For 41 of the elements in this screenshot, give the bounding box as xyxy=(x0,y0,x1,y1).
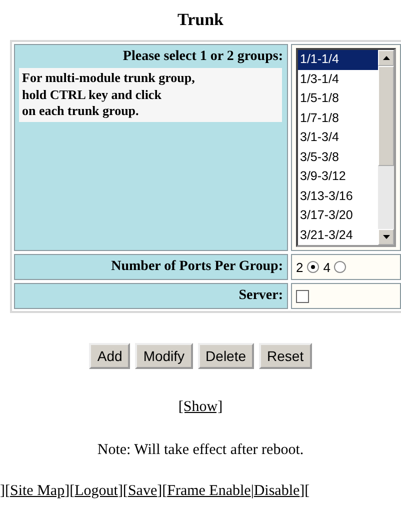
groups-label: Please select 1 or 2 groups: xyxy=(122,49,283,65)
listbox-option[interactable]: 1/7-1/8 xyxy=(298,108,378,128)
groups-listbox[interactable]: 1/1-1/4 1/3-1/4 1/5-1/8 1/7-1/8 3/1-3/4 3/5-3/8 3/9-3/12 3/13-3/16 3/17-3/20 3/21-3/24 xyxy=(296,48,396,247)
server-checkbox[interactable] xyxy=(296,290,309,302)
bracket-text: | xyxy=(250,483,254,499)
radio-button[interactable] xyxy=(334,261,346,273)
listbox-option[interactable]: 3/21-3/24 xyxy=(298,226,378,245)
footer-link[interactable]: Save xyxy=(128,483,158,499)
ports-label: Number of Ports Per Group: xyxy=(111,259,283,275)
listbox-option[interactable]: 3/9-3/12 xyxy=(298,167,378,186)
form-button[interactable]: Delete xyxy=(198,343,254,369)
listbox-option[interactable]: 3/1-3/4 xyxy=(298,128,378,148)
footer-link[interactable]: Site Map xyxy=(10,483,65,499)
listbox-option[interactable]: 3/17-3/20 xyxy=(298,206,378,226)
bracket-text: ][ xyxy=(300,483,310,499)
scroll-down-icon[interactable] xyxy=(382,235,390,239)
footer-link[interactable]: Disable xyxy=(254,483,300,499)
page-title: Trunk xyxy=(178,10,224,30)
scrollbar[interactable] xyxy=(378,50,394,245)
groups-hint: For multi-module trunk group, hold CTRL key and click on each trunk group. xyxy=(19,68,282,122)
show-link[interactable]: [Show] xyxy=(178,399,223,416)
server-label: Server: xyxy=(238,288,283,304)
bracket-text: ][ xyxy=(0,483,10,499)
bracket-text: ][ xyxy=(118,483,128,499)
bracket-text: ][ xyxy=(157,483,168,499)
form-button[interactable]: Reset xyxy=(259,343,312,369)
listbox-option[interactable]: 1/5-1/8 xyxy=(298,89,378,108)
listbox-option[interactable]: 3/13-3/16 xyxy=(298,186,378,206)
radio-button[interactable] xyxy=(307,261,320,273)
footer-link[interactable]: Frame Enable xyxy=(167,483,251,499)
footer-link[interactable]: Logout xyxy=(74,483,118,499)
radio-label: 2 xyxy=(296,260,304,274)
bracket-text: ][ xyxy=(64,483,75,499)
form-button[interactable]: Modify xyxy=(135,343,193,369)
note-text: Note: Will take effect after reboot. xyxy=(97,442,304,459)
listbox-option[interactable]: 1/1-1/4 xyxy=(298,50,378,70)
scroll-up-icon[interactable] xyxy=(382,56,390,60)
listbox-option[interactable]: 1/3-1/4 xyxy=(298,70,378,89)
form-button[interactable]: Add xyxy=(89,343,130,369)
radio-label: 4 xyxy=(323,260,330,274)
listbox-option[interactable]: 3/5-3/8 xyxy=(298,148,378,167)
